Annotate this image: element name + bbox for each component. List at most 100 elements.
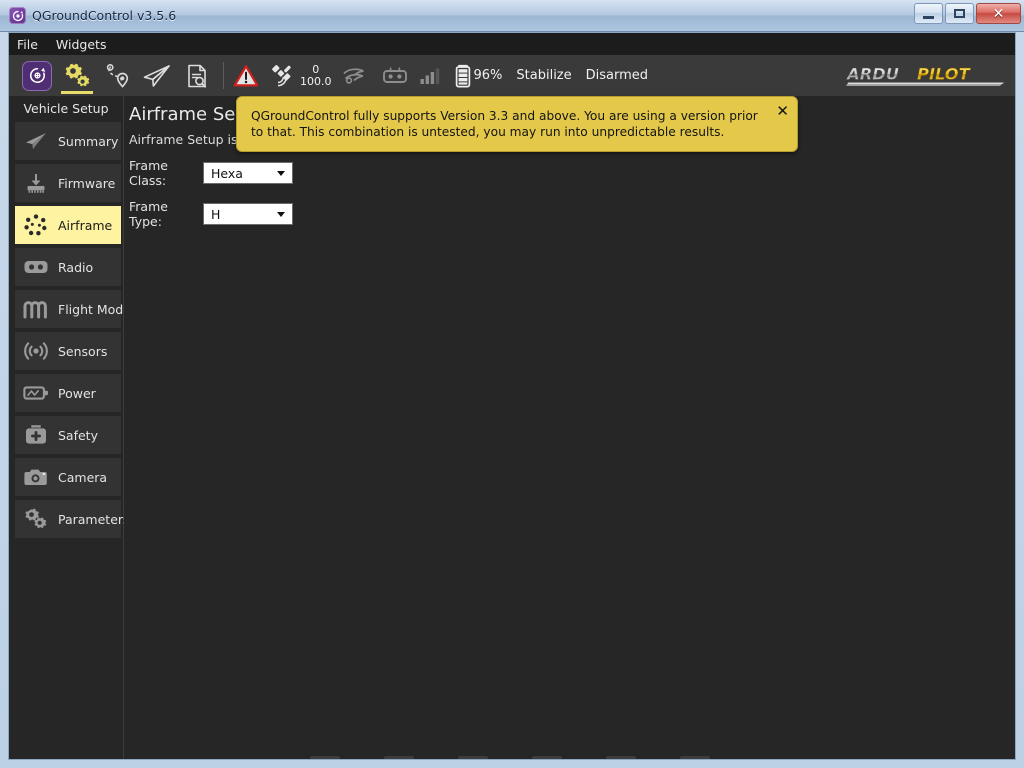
- vehicle-setup-sidebar: Vehicle Setup Summary Firmware Airframe …: [9, 96, 137, 759]
- gps-readout: 0 100.0: [300, 64, 332, 87]
- rc-controller-icon: [23, 254, 49, 280]
- airframe-dots-icon: [23, 212, 49, 238]
- gears-icon: [23, 506, 49, 532]
- version-warning-banner: QGroundControl fully supports Version 3.…: [236, 96, 798, 152]
- sidebar-item-label: Power: [58, 385, 96, 401]
- battery-indicator[interactable]: 96%: [455, 64, 517, 88]
- minimize-button[interactable]: [914, 3, 943, 24]
- client-area: File Widgets 0 100.0 96% Stabilize Disar…: [8, 32, 1016, 760]
- frame-class-row: Frame Class: Hexa: [129, 158, 1015, 188]
- title-bar: QGroundControl v3.5.6 ✕: [0, 0, 1024, 32]
- toolbar-plan[interactable]: [97, 55, 137, 96]
- bottom-toolbar-sliver: [124, 756, 1015, 759]
- ardupilot-logo: ARDU PILOT: [845, 64, 1005, 86]
- waypoints-icon: [106, 63, 129, 88]
- waveform-icon: [23, 296, 49, 322]
- banner-close-icon[interactable]: ✕: [776, 104, 789, 119]
- close-button[interactable]: ✕: [976, 3, 1021, 24]
- sidebar-item-label: Parameters: [58, 511, 130, 527]
- svg-text:PILOT: PILOT: [917, 64, 972, 83]
- paper-plane-icon: [143, 64, 170, 87]
- frame-type-row: Frame Type: H: [129, 199, 1015, 229]
- bottom-nub: [310, 756, 340, 759]
- paper-plane-icon: [23, 128, 49, 154]
- battery-icon: [455, 64, 470, 87]
- gps-satellite-count: 0: [312, 62, 320, 76]
- window-controls: ✕: [914, 3, 1021, 24]
- chevron-down-icon: [277, 170, 285, 176]
- sidebar-title: Vehicle Setup: [23, 100, 109, 116]
- minimize-icon: [923, 15, 934, 19]
- banner-message: QGroundControl fully supports Version 3.…: [251, 109, 758, 140]
- chevron-down-icon: [277, 211, 285, 217]
- sidebar-item-radio[interactable]: Radio: [15, 248, 121, 286]
- battery-icon: [23, 380, 49, 406]
- sidebar-item-label: Firmware: [58, 175, 116, 191]
- sidebar-item-label: Safety: [58, 427, 98, 443]
- sidebar-item-firmware[interactable]: Firmware: [15, 164, 121, 202]
- maximize-button[interactable]: [945, 3, 974, 24]
- flight-mode-label[interactable]: Stabilize: [516, 68, 571, 83]
- warning-triangle-icon: [233, 64, 259, 86]
- gps-hdop-value: 100.0: [300, 74, 332, 88]
- signal-indicator[interactable]: [419, 66, 441, 86]
- toolbar-separator: [223, 62, 224, 89]
- sidebar-item-sensors[interactable]: Sensors: [15, 332, 121, 370]
- first-aid-icon: [23, 422, 49, 448]
- airframe-setup-pane: Airframe Setup Airframe Setup is used Fr…: [124, 96, 1015, 759]
- maximize-icon: [954, 9, 965, 18]
- menu-item-file[interactable]: File: [17, 37, 38, 52]
- toolbar-fly[interactable]: [137, 55, 177, 96]
- sidebar-item-label: Sensors: [58, 343, 108, 359]
- main-toolbar: 0 100.0 96% Stabilize Disarmed ARDU PILO…: [9, 55, 1015, 96]
- sensor-waves-icon: [23, 338, 49, 364]
- sidebar-item-power[interactable]: Power: [15, 374, 121, 412]
- satellite-icon: [272, 64, 291, 86]
- bottom-nub: [458, 756, 488, 759]
- camera-icon: [23, 464, 49, 490]
- sidebar-item-camera[interactable]: Camera: [15, 458, 121, 496]
- warning-indicator[interactable]: [233, 64, 259, 88]
- qgroundcontrol-icon: [9, 7, 26, 24]
- toolbar-analyze[interactable]: [177, 55, 217, 96]
- close-icon: ✕: [992, 5, 1005, 22]
- qgc-logo-icon: [22, 60, 52, 91]
- toolbar-vehicle-setup[interactable]: [57, 55, 97, 96]
- sidebar-item-safety[interactable]: Safety: [15, 416, 121, 454]
- telemetry-icon: [342, 67, 364, 84]
- content-body: Vehicle Setup Summary Firmware Airframe …: [9, 96, 1015, 759]
- sidebar-item-summary[interactable]: Summary: [15, 122, 121, 160]
- window-title: QGroundControl v3.5.6: [32, 8, 177, 23]
- gears-icon: [65, 63, 90, 86]
- bottom-nub: [680, 756, 710, 759]
- sidebar-item-airframe[interactable]: Airframe: [15, 206, 121, 244]
- download-chip-icon: [23, 170, 49, 196]
- qgc-logo-button[interactable]: [17, 55, 57, 96]
- svg-text:ARDU: ARDU: [845, 64, 899, 83]
- frame-class-label: Frame Class:: [129, 158, 168, 188]
- sidebar-item-label: Summary: [58, 133, 119, 149]
- signal-bars-icon: [420, 68, 439, 84]
- sidebar-item-label: Camera: [58, 469, 108, 485]
- rc-controller-icon: [382, 66, 407, 83]
- rc-indicator[interactable]: [381, 65, 409, 87]
- menu-bar: File Widgets: [9, 33, 1015, 55]
- frame-type-value: H: [211, 206, 221, 222]
- sidebar-item-flight-modes[interactable]: Flight Modes: [15, 290, 137, 328]
- sidebar-item-label: Airframe: [58, 217, 113, 233]
- bottom-nub: [606, 756, 636, 759]
- toolbar-status-group: 0 100.0 96% Stabilize Disarmed: [233, 63, 662, 89]
- sidebar-item-label: Radio: [58, 259, 94, 275]
- bottom-nub: [532, 756, 562, 759]
- sidebar-item-parameters[interactable]: Parameters: [15, 500, 130, 538]
- frame-type-label: Frame Type:: [129, 199, 168, 229]
- bottom-nub: [384, 756, 414, 759]
- telemetry-indicator[interactable]: [340, 64, 370, 88]
- frame-type-select[interactable]: H: [203, 203, 293, 225]
- gps-indicator[interactable]: [269, 63, 299, 89]
- arm-state-label[interactable]: Disarmed: [586, 68, 648, 83]
- frame-class-select[interactable]: Hexa: [203, 162, 293, 184]
- menu-item-widgets[interactable]: Widgets: [56, 37, 107, 52]
- battery-percent-label: 96%: [473, 68, 503, 83]
- application-window: QGroundControl v3.5.6 ✕ File Widgets 0 1…: [0, 0, 1024, 768]
